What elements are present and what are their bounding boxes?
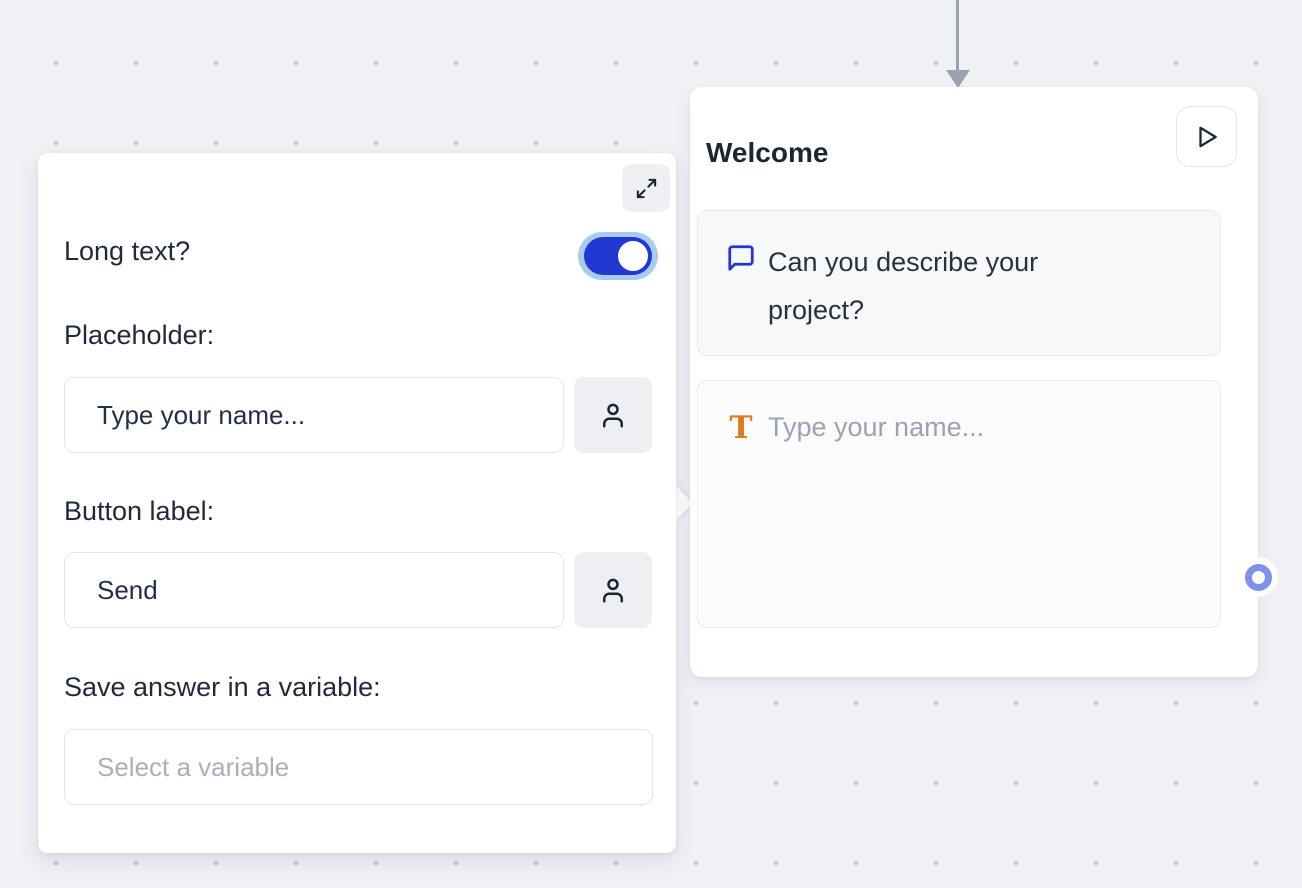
connector-halo (1238, 557, 1278, 597)
button-label-input[interactable] (64, 552, 564, 628)
variable-select-input[interactable] (64, 729, 653, 805)
text-input-block[interactable]: T Type your name... (697, 380, 1221, 628)
long-text-label: Long text? (64, 236, 190, 267)
chat-bubble-icon (725, 242, 757, 274)
text-input-settings-panel: Long text? Placeholder: Button label: Sa… (38, 153, 676, 853)
text-input-icon: T (725, 412, 757, 444)
insert-variable-button[interactable] (574, 552, 652, 628)
toggle-knob (618, 241, 648, 271)
placeholder-input[interactable] (64, 377, 564, 453)
button-label-label: Button label: (64, 496, 214, 527)
placeholder-label: Placeholder: (64, 320, 214, 351)
flow-edge-arrowhead (946, 70, 970, 88)
insert-variable-button[interactable] (574, 377, 652, 453)
user-icon (598, 400, 628, 430)
group-title: Welcome (706, 137, 828, 169)
text-bubble-block[interactable]: Can you describe your project? (697, 210, 1221, 356)
long-text-toggle[interactable] (578, 232, 658, 280)
input-placeholder-preview: Type your name... (768, 412, 984, 443)
expand-icon (635, 177, 658, 200)
play-icon (1194, 124, 1220, 150)
bubble-text: Can you describe your project? (768, 238, 1113, 334)
expand-button[interactable] (622, 164, 670, 212)
user-icon (598, 575, 628, 605)
connector-dot[interactable] (1245, 564, 1272, 591)
toggle-track (584, 237, 652, 275)
flow-edge-line (956, 0, 959, 72)
preview-group-button[interactable] (1176, 106, 1237, 167)
save-variable-label: Save answer in a variable: (64, 672, 381, 703)
welcome-group-node[interactable]: Welcome Can you describe your project? T… (690, 87, 1258, 677)
